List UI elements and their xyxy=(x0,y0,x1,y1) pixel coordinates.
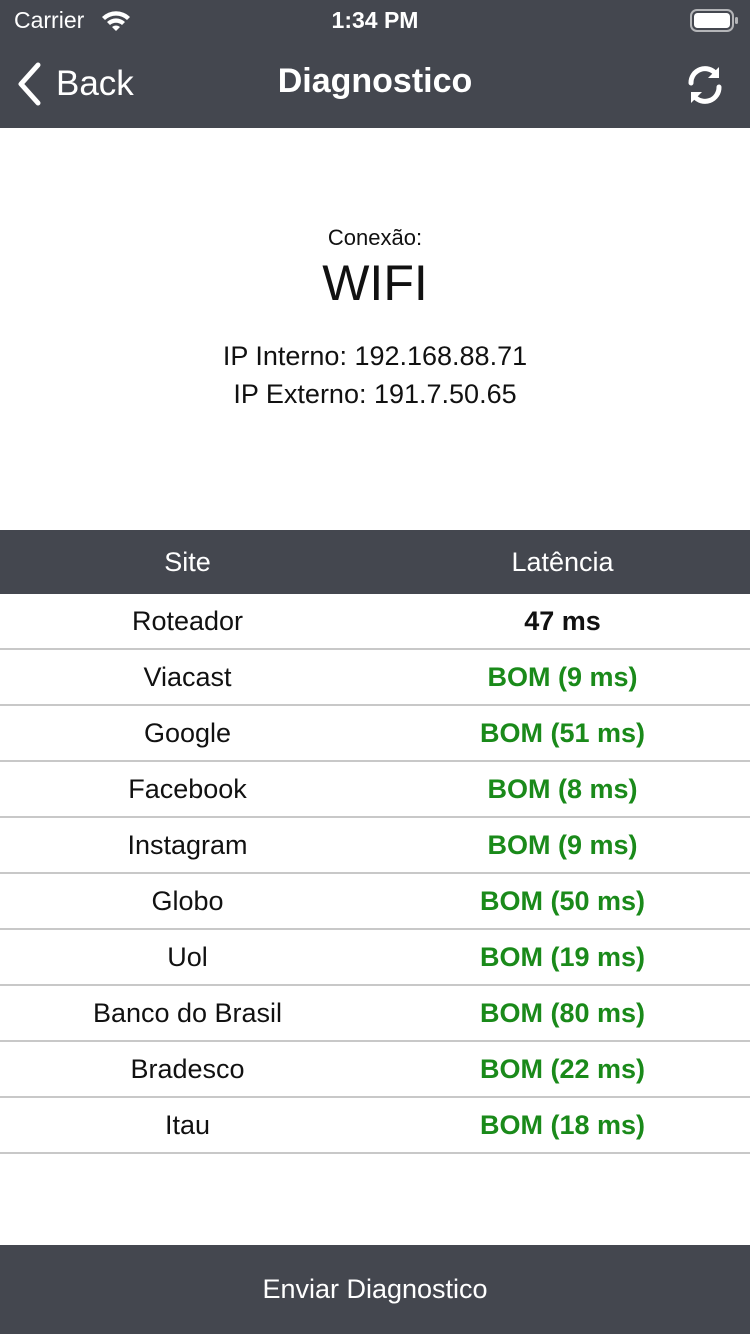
latency-value: BOM (19 ms) xyxy=(479,942,646,972)
battery-icon xyxy=(690,9,738,32)
table-row[interactable]: Itau BOM (18 ms) xyxy=(0,1098,750,1154)
latency-value: BOM (51 ms) xyxy=(479,718,646,748)
internal-ip: IP Interno: 192.168.88.71 xyxy=(222,341,528,371)
send-diagnostic-button[interactable]: Enviar Diagnostico xyxy=(0,1245,750,1334)
top-bar: Carrier 1:34 PM Back Diagnostico xyxy=(0,0,750,128)
latency-value: BOM (9 ms) xyxy=(487,830,638,860)
latency-value: BOM (80 ms) xyxy=(479,998,646,1028)
latency-value: BOM (18 ms) xyxy=(479,1110,646,1140)
refresh-icon[interactable] xyxy=(684,64,726,106)
site-name: Facebook xyxy=(128,774,247,804)
chevron-left-icon xyxy=(18,62,41,106)
back-button[interactable]: Back xyxy=(16,60,134,108)
site-name: Google xyxy=(143,718,232,748)
site-name: Banco do Brasil xyxy=(92,998,283,1028)
external-ip: IP Externo: 191.7.50.65 xyxy=(233,379,517,409)
clock: 1:34 PM xyxy=(331,7,419,33)
column-header-latency: Latência xyxy=(511,547,614,577)
table-row[interactable]: Viacast BOM (9 ms) xyxy=(0,650,750,706)
table-row[interactable]: Instagram BOM (9 ms) xyxy=(0,818,750,874)
table-row[interactable]: Banco do Brasil BOM (80 ms) xyxy=(0,986,750,1042)
table-row[interactable]: Facebook BOM (8 ms) xyxy=(0,762,750,818)
table-header: Site Latência xyxy=(0,530,750,594)
connection-info: Conexão: WIFI IP Interno: 192.168.88.71 … xyxy=(0,128,750,530)
table-row[interactable]: Uol BOM (19 ms) xyxy=(0,930,750,986)
site-name: Uol xyxy=(167,942,208,972)
site-name: Viacast xyxy=(143,662,232,692)
latency-value: BOM (22 ms) xyxy=(479,1054,646,1084)
site-name: Instagram xyxy=(127,830,248,860)
table-row[interactable]: Google BOM (51 ms) xyxy=(0,706,750,762)
latency-value: BOM (9 ms) xyxy=(487,662,638,692)
connection-label: Conexão: xyxy=(327,225,423,250)
status-bar: Carrier 1:34 PM xyxy=(0,0,750,40)
site-name: Roteador xyxy=(131,606,244,636)
site-name: Globo xyxy=(151,886,224,916)
latency-value: BOM (8 ms) xyxy=(487,774,638,804)
table-row[interactable]: Globo BOM (50 ms) xyxy=(0,874,750,930)
connection-type: WIFI xyxy=(322,255,428,311)
latency-value: BOM (50 ms) xyxy=(479,886,646,916)
latency-value: 47 ms xyxy=(524,606,601,636)
column-header-site: Site xyxy=(164,547,211,577)
site-name: Bradesco xyxy=(130,1054,245,1084)
navigation-bar: Back Diagnostico xyxy=(0,40,750,128)
latency-table: Roteador 47 ms Viacast BOM (9 ms) Google… xyxy=(0,594,750,1154)
table-row[interactable]: Roteador 47 ms xyxy=(0,594,750,650)
back-label: Back xyxy=(56,64,134,103)
site-name: Itau xyxy=(164,1110,211,1140)
table-row[interactable]: Bradesco BOM (22 ms) xyxy=(0,1042,750,1098)
